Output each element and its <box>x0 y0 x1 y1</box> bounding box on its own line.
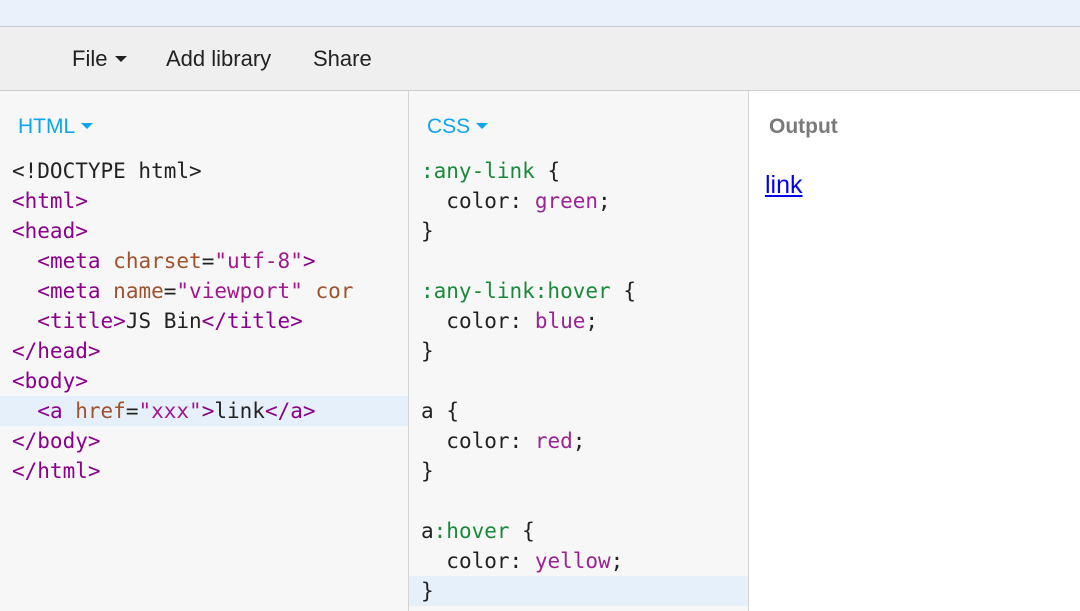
html-panel-label: HTML <box>18 115 76 138</box>
tag-close: > <box>201 399 215 423</box>
code-line: :any-link { <box>409 156 748 186</box>
top-bar <box>0 0 1080 27</box>
html-close-tag: </html> <box>12 459 101 483</box>
code-line: } <box>409 336 748 366</box>
body-close-tag: </body> <box>12 429 101 453</box>
tag-close: > <box>302 249 316 273</box>
attr-value: "viewport" <box>176 279 303 303</box>
chevron-down-icon <box>115 56 128 63</box>
css-property: color: <box>446 189 523 213</box>
attr-name-truncated: cor <box>315 279 354 303</box>
file-menu[interactable]: File <box>72 46 128 72</box>
title-open-tag: <title> <box>37 309 126 333</box>
output-panel: Output link <box>749 91 1080 611</box>
brace-close: } <box>421 339 434 363</box>
semicolon: ; <box>610 549 624 573</box>
body-open-tag: <body> <box>12 369 88 393</box>
code-line: } <box>409 216 748 246</box>
css-property: color: <box>446 429 523 453</box>
title-text: JS Bin <box>125 309 202 333</box>
code-line: a:hover { <box>409 516 748 546</box>
code-line-active: <a href="xxx">link</a> <box>0 396 408 426</box>
code-line: <head> <box>0 216 408 246</box>
css-property: color: <box>446 309 523 333</box>
brace-close: } <box>421 459 434 483</box>
attr-value: "xxx" <box>138 399 202 423</box>
code-line: <body> <box>0 366 408 396</box>
code-line: <meta charset="utf-8"> <box>0 246 408 276</box>
html-panel-toggle[interactable]: HTML <box>18 115 94 139</box>
file-menu-label: File <box>72 46 108 71</box>
add-library-button[interactable]: Add library <box>166 46 271 72</box>
output-link[interactable]: link <box>765 171 803 200</box>
code-line: color: blue; <box>409 306 748 336</box>
head-open-tag: <head> <box>12 219 88 243</box>
code-line-active: } <box>409 576 748 606</box>
head-close-tag: </head> <box>12 339 101 363</box>
code-line: color: red; <box>409 426 748 456</box>
css-value: blue <box>534 309 586 333</box>
css-panel: CSS :any-link { color: green; } :any-lin… <box>409 91 749 611</box>
semicolon: ; <box>598 189 611 213</box>
a-open-tag: <a <box>37 399 63 423</box>
attr-eq: = <box>125 399 139 423</box>
brace-open: { <box>522 519 535 543</box>
attr-eq: = <box>163 279 177 303</box>
css-pseudo: :hover <box>433 519 510 543</box>
meta-tag: <meta <box>37 279 101 303</box>
attr-value: "utf-8" <box>214 249 303 273</box>
code-line: } <box>409 456 748 486</box>
css-panel-toggle[interactable]: CSS <box>427 115 489 139</box>
doctype: <!DOCTYPE html> <box>12 159 202 183</box>
attr-eq: = <box>201 249 215 273</box>
css-selector: :any-link:hover <box>421 279 611 303</box>
code-line: <title>JS Bin</title> <box>0 306 408 336</box>
chevron-down-icon <box>81 123 94 130</box>
a-text: link <box>214 399 265 423</box>
css-selector: a <box>421 519 434 543</box>
brace-open: { <box>623 279 636 303</box>
output-panel-label: Output <box>769 115 838 138</box>
code-line: </head> <box>0 336 408 366</box>
brace-open: { <box>446 399 459 423</box>
code-line: :any-link:hover { <box>409 276 748 306</box>
semicolon: ; <box>585 309 599 333</box>
brace-open: { <box>547 159 561 183</box>
css-property: color: <box>446 549 523 573</box>
share-button[interactable]: Share <box>313 46 372 72</box>
css-value: yellow <box>534 549 611 573</box>
chevron-down-icon <box>476 123 489 130</box>
code-line: <!DOCTYPE html> <box>0 156 408 186</box>
css-selector: :any-link <box>421 159 535 183</box>
css-editor[interactable]: :any-link { color: green; } :any-link:ho… <box>409 156 748 606</box>
brace-close: } <box>421 579 434 603</box>
html-panel: HTML <!DOCTYPE html> <html> <head> <meta… <box>0 91 409 611</box>
html-editor[interactable]: <!DOCTYPE html> <html> <head> <meta char… <box>0 156 408 486</box>
attr-name: name <box>113 279 164 303</box>
meta-tag: <meta <box>37 249 101 273</box>
html-open-tag: <html> <box>12 189 88 213</box>
a-close-tag: </a> <box>264 399 316 423</box>
attr-name: charset <box>113 249 202 273</box>
css-value: red <box>534 429 573 453</box>
code-line: <meta name="viewport" cor <box>0 276 408 306</box>
css-selector: a <box>421 399 434 423</box>
code-line: <html> <box>0 186 408 216</box>
attr-name: href <box>75 399 126 423</box>
code-line: color: green; <box>409 186 748 216</box>
code-line: </body> <box>0 426 408 456</box>
menu-bar: File Add library Share <box>0 27 1080 91</box>
code-line: </html> <box>0 456 408 486</box>
code-line: color: yellow; <box>409 546 748 576</box>
code-line: a { <box>409 396 748 426</box>
css-panel-label: CSS <box>427 115 471 138</box>
title-close-tag: </title> <box>201 309 303 333</box>
brace-close: } <box>421 219 434 243</box>
css-value: green <box>534 189 599 213</box>
semicolon: ; <box>572 429 586 453</box>
